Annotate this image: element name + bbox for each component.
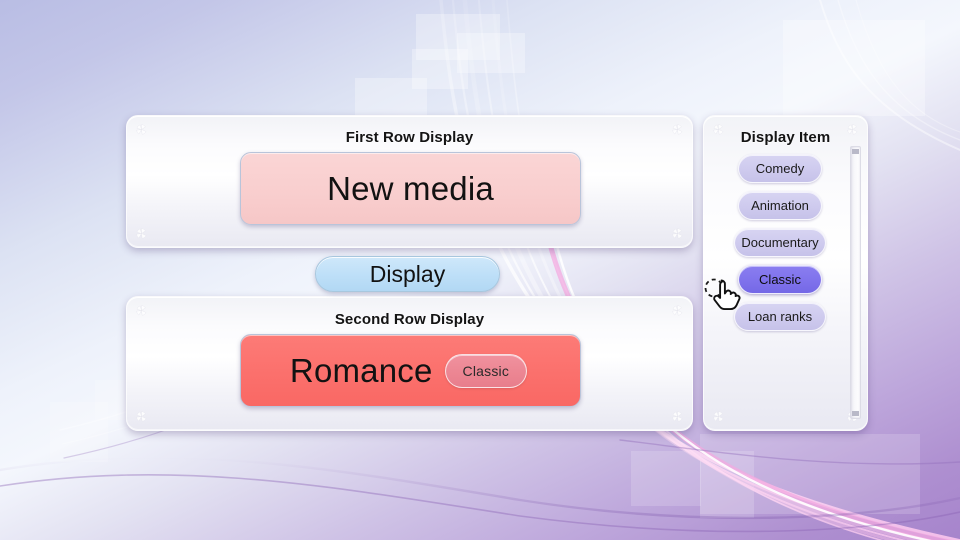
second-row-title: Second Row Display <box>334 311 485 328</box>
list-item[interactable]: Documentary <box>734 228 826 257</box>
pinwheel-screw-icon <box>712 410 725 423</box>
list-item-label: Comedy <box>755 161 805 176</box>
pinwheel-screw-icon <box>671 410 684 423</box>
first-row-value-box[interactable]: New media <box>240 152 581 225</box>
display-button-label: Display <box>369 260 446 287</box>
bg-tile <box>416 14 500 60</box>
bg-tile <box>700 451 754 518</box>
display-item-list: Comedy Animation Documentary Classic Loan ra… <box>712 154 848 339</box>
display-button[interactable]: Display <box>315 256 500 292</box>
bg-tile <box>700 434 920 514</box>
display-item-scrollbar[interactable] <box>850 146 861 419</box>
first-row-title: First Row Display <box>345 129 474 146</box>
list-item-label: Documentary <box>741 235 819 250</box>
pinwheel-screw-icon <box>135 410 148 423</box>
bg-tile <box>631 451 701 506</box>
list-item-label: Loan ranks <box>747 309 813 324</box>
list-item[interactable]: Comedy <box>738 154 822 183</box>
second-row-value-text: Romance <box>289 351 433 389</box>
display-item-panel: Display Item Comedy Animation Documentary C… <box>703 115 868 431</box>
second-row-value-box[interactable]: Romance Classic <box>240 334 581 407</box>
display-item-title: Display Item <box>740 129 831 146</box>
bg-tile <box>412 49 468 89</box>
list-item[interactable]: Animation <box>738 191 822 220</box>
pinwheel-screw-icon <box>135 227 148 240</box>
list-item[interactable]: Loan ranks <box>734 302 826 331</box>
list-item[interactable]: Classic <box>738 265 822 294</box>
bg-tile <box>50 402 108 462</box>
app-root: First Row Display New media Display Seco… <box>0 0 960 540</box>
bg-tile <box>355 78 427 116</box>
scroll-down-arrow-icon[interactable] <box>852 411 859 416</box>
second-row-badge: Classic <box>444 353 528 388</box>
list-item-label: Classic <box>759 272 801 287</box>
second-row-panel: Second Row Display Romance Classic <box>126 296 693 431</box>
scroll-up-arrow-icon[interactable] <box>852 149 859 154</box>
first-row-value-text: New media <box>327 169 494 207</box>
bg-tile <box>457 33 525 73</box>
first-row-panel: First Row Display New media <box>126 115 693 248</box>
bg-tile <box>783 20 925 116</box>
list-item-label: Animation <box>751 198 809 213</box>
pinwheel-screw-icon <box>671 227 684 240</box>
